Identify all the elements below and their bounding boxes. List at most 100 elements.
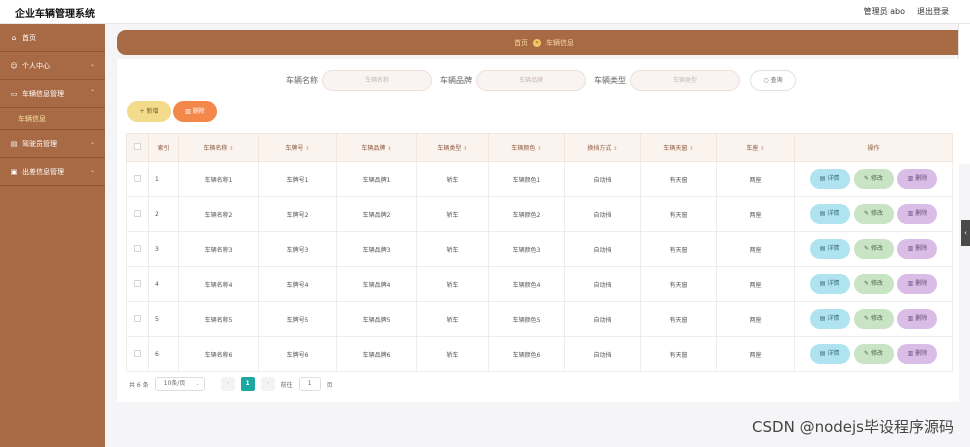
sidebar-item-trips[interactable]: ▣ 出差信息管理 ⌄ [0, 158, 105, 186]
sidebar-item-label: 个人中心 [22, 61, 50, 70]
next-page-button[interactable]: › [260, 377, 275, 391]
table-cell: 自动挡 [564, 161, 641, 197]
trash-icon: ▥ [907, 315, 914, 322]
detail-button[interactable]: ▤ 详情 [809, 239, 850, 259]
edit-button[interactable]: ✎ 修改 [853, 169, 894, 189]
breadcrumb-home[interactable]: 首页 [514, 38, 528, 48]
search-name-label: 车辆名称 [286, 76, 318, 85]
col-sunroof[interactable]: 车辆天窗 ⇕ [640, 133, 717, 162]
sort-icon: ⇕ [537, 146, 542, 152]
row-checkbox[interactable] [126, 336, 149, 372]
col-brand[interactable]: 车辆品牌 ⇕ [336, 133, 417, 162]
home-icon: ⌂ [11, 33, 17, 42]
table-row: 1 车辆名称1 车牌号1 车辆品牌1 轿车 车辆颜色1 自动挡 有天窗 两座 ▤ 详情 ✎ 修改… [126, 161, 953, 197]
search-type-label: 车辆类型 [594, 76, 626, 85]
document-icon: ▤ [819, 315, 826, 322]
table-cell: 两座 [716, 266, 795, 302]
pencil-icon: ✎ [864, 350, 870, 357]
row-delete-button[interactable]: ▥ 删除 [897, 204, 938, 224]
pencil-icon: ✎ [864, 315, 870, 322]
table-cell: 车辆颜色1 [488, 161, 565, 197]
row-checkbox[interactable] [126, 161, 149, 197]
table-cell: 2 [148, 196, 179, 232]
table-cell: 有天窗 [640, 161, 717, 197]
table-cell: 有天窗 [640, 231, 717, 267]
col-seats[interactable]: 车座 ⇕ [716, 133, 795, 162]
detail-button[interactable]: ▤ 详情 [809, 344, 850, 364]
search-bar: 车辆名称 车辆名称 车辆品牌 车辆品牌 车辆类型 车辆类型 ○ 查询 [282, 70, 796, 91]
search-type-input[interactable]: 车辆类型 [630, 70, 740, 91]
table-cell: 5 [148, 301, 179, 337]
goto-input[interactable]: 1 [298, 377, 321, 391]
row-checkbox[interactable] [126, 231, 149, 267]
prev-page-button[interactable]: ‹ [220, 377, 235, 391]
col-plate[interactable]: 车牌号 ⇕ [258, 133, 337, 162]
col-index: 索引 [148, 133, 179, 162]
sidebar-subitem-vehicle-info[interactable]: 车辆信息 [0, 108, 105, 130]
total-count: 共 6 条 [129, 381, 149, 389]
chevron-down-icon: ⌄ [89, 139, 95, 146]
sidebar-item-home[interactable]: ⌂ 首页 [0, 24, 105, 52]
search-name-input[interactable]: 车辆名称 [322, 70, 432, 91]
sidebar-item-profile[interactable]: ☺ 个人中心 ⌄ [0, 52, 105, 80]
sidebar-item-drivers[interactable]: ▤ 驾驶员管理 ⌄ [0, 130, 105, 158]
row-delete-button[interactable]: ▥ 删除 [897, 274, 938, 294]
delete-button[interactable]: ▥ 删除 [173, 101, 217, 122]
search-button-label: 查询 [770, 77, 783, 84]
table-cell: 车辆颜色6 [488, 336, 565, 372]
select-all-checkbox[interactable] [126, 133, 149, 162]
sort-icon: ⇕ [613, 146, 618, 152]
table-cell: 车辆名称2 [178, 196, 259, 232]
table-cell: 有天窗 [640, 336, 717, 372]
page-size-select[interactable]: 10条/页 ⌄ [154, 377, 205, 391]
col-color[interactable]: 车辆颜色 ⇕ [488, 133, 565, 162]
pencil-icon: ✎ [864, 210, 870, 217]
table-cell: 车辆品牌4 [336, 266, 417, 302]
row-checkbox[interactable] [126, 301, 149, 337]
col-name[interactable]: 车辆名称 ⇕ [178, 133, 259, 162]
page-number[interactable]: 1 [240, 377, 255, 391]
detail-button[interactable]: ▤ 详情 [809, 204, 850, 224]
detail-button[interactable]: ▤ 详情 [809, 309, 850, 329]
row-delete-button[interactable]: ▥ 删除 [897, 239, 938, 259]
table-cell: 有天窗 [640, 196, 717, 232]
edit-button[interactable]: ✎ 修改 [853, 344, 894, 364]
edit-button[interactable]: ✎ 修改 [853, 204, 894, 224]
search-brand-input[interactable]: 车辆品牌 [476, 70, 586, 91]
detail-button[interactable]: ▤ 详情 [809, 274, 850, 294]
row-actions: ▤ 详情 ✎ 修改 ▥ 删除 [794, 336, 953, 372]
table-cell: 轿车 [416, 231, 489, 267]
collapse-tab[interactable]: ‹ [961, 220, 970, 246]
table-cell: 车牌号4 [258, 266, 337, 302]
row-actions: ▤ 详情 ✎ 修改 ▥ 删除 [794, 231, 953, 267]
table-cell: 有天窗 [640, 266, 717, 302]
table-cell: 车牌号1 [258, 161, 337, 197]
row-delete-button[interactable]: ▥ 删除 [897, 309, 938, 329]
edit-button[interactable]: ✎ 修改 [853, 309, 894, 329]
logout-link[interactable]: 退出登录 [917, 6, 949, 17]
table-row: 6 车辆名称6 车牌号6 车辆品牌6 轿车 车辆颜色6 自动挡 有天窗 两座 ▤ 详情 ✎ 修改… [126, 336, 953, 372]
row-checkbox[interactable] [126, 266, 149, 302]
search-button[interactable]: ○ 查询 [750, 70, 796, 91]
edit-button[interactable]: ✎ 修改 [853, 274, 894, 294]
table-row: 3 车辆名称3 车牌号3 车辆品牌3 轿车 车辆颜色3 自动挡 有天窗 两座 ▤ 详情 ✎ 修改… [126, 231, 953, 267]
header-actions: 管理员 abo 退出登录 [864, 6, 949, 17]
row-delete-button[interactable]: ▥ 删除 [897, 344, 938, 364]
table-cell: 车牌号3 [258, 231, 337, 267]
add-button[interactable]: + 新增 [127, 101, 171, 122]
table-cell: 1 [148, 161, 179, 197]
detail-button[interactable]: ▤ 详情 [809, 169, 850, 189]
table-cell: 6 [148, 336, 179, 372]
sidebar-item-label: 驾驶员管理 [22, 139, 57, 148]
table-cell: 车牌号5 [258, 301, 337, 337]
edit-button[interactable]: ✎ 修改 [853, 239, 894, 259]
col-type[interactable]: 车辆类型 ⇕ [416, 133, 489, 162]
table-cell: 车辆名称1 [178, 161, 259, 197]
row-checkbox[interactable] [126, 196, 149, 232]
row-delete-button[interactable]: ▥ 删除 [897, 169, 938, 189]
table-cell: 车辆名称4 [178, 266, 259, 302]
col-gear[interactable]: 换挡方式 ⇕ [564, 133, 641, 162]
document-icon: ▤ [819, 245, 826, 252]
sidebar-item-vehicles[interactable]: ▭ 车辆信息管理 ⌃ [0, 80, 105, 108]
user-icon: ☺ [10, 61, 18, 70]
